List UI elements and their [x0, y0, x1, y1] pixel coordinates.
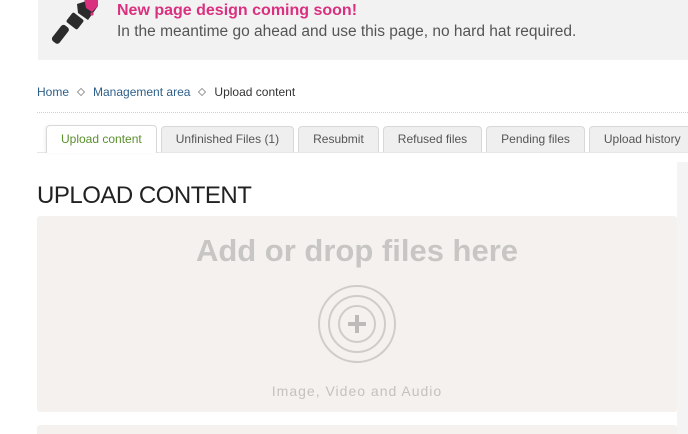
breadcrumb: Home Management area Upload content	[37, 85, 295, 99]
add-circle-icon[interactable]	[317, 284, 397, 364]
banner-title: New page design coming soon!	[117, 2, 358, 19]
dropzone-hint: Image, Video and Audio	[271, 383, 443, 399]
tab-resubmit[interactable]: Resubmit	[298, 126, 379, 152]
breadcrumb-current: Upload content	[214, 85, 296, 99]
breadcrumb-home-link[interactable]: Home	[37, 85, 69, 99]
paintbrush-icon	[52, 0, 98, 44]
upload-tabs: Upload content Unfinished Files (1) Resu…	[46, 125, 688, 153]
right-gutter	[677, 162, 688, 434]
breadcrumb-separator-icon	[198, 87, 207, 97]
banner-message: In the meantime go ahead and use this pa…	[117, 23, 577, 40]
next-panel	[37, 425, 677, 434]
tab-upload-history[interactable]: Upload history	[588, 126, 688, 152]
tab-pending-files[interactable]: Pending files	[486, 126, 585, 152]
breadcrumb-separator-icon	[76, 87, 86, 97]
breadcrumb-divider	[37, 112, 688, 113]
page-title: UPLOAD CONTENT	[37, 182, 252, 209]
announcement-banner: New page design coming soon! In the mean…	[38, 0, 688, 60]
tab-unfinished-files[interactable]: Unfinished Files (1)	[160, 126, 295, 152]
file-dropzone[interactable]: Add or drop files here Image, Video and …	[37, 216, 677, 412]
tab-upload-content[interactable]: Upload content	[46, 125, 157, 153]
breadcrumb-management-link[interactable]: Management area	[93, 85, 190, 99]
tab-refused-files[interactable]: Refused files	[382, 126, 483, 152]
page: New page design coming soon! In the mean…	[0, 0, 688, 434]
dropzone-title: Add or drop files here	[195, 233, 519, 268]
